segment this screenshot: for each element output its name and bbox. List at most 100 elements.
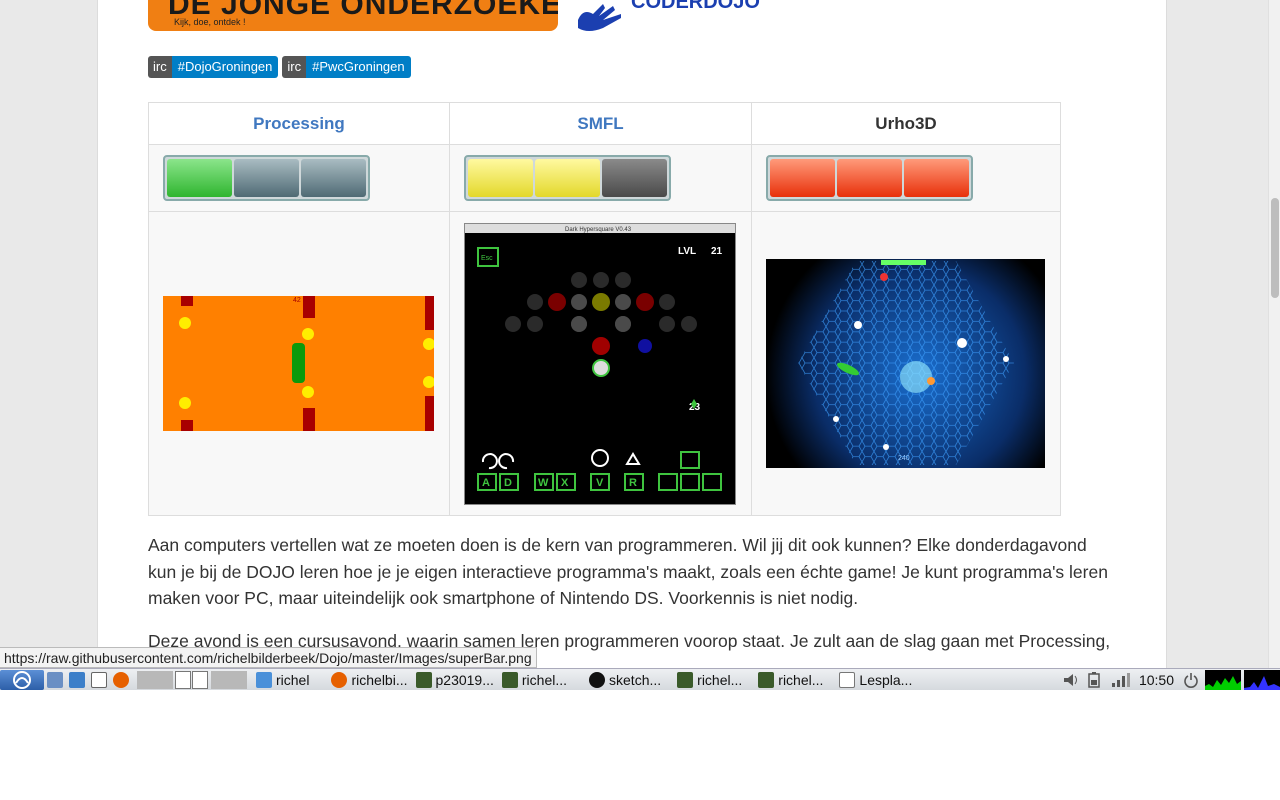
- screenshot-cell-processing: 42: [148, 211, 450, 516]
- header-urho3d: Urho3D: [751, 102, 1061, 145]
- terminal-icon: [758, 671, 775, 688]
- lubuntu-logo-icon: [13, 670, 31, 689]
- window-title: Dark Hypersquare V0.43: [565, 227, 632, 233]
- file-manager-icon: [47, 671, 63, 688]
- table-header-row: Processing SMFL Urho3D: [148, 102, 1061, 145]
- processing-game-screenshot[interactable]: 42: [163, 296, 434, 431]
- terminal-icon: [501, 671, 518, 688]
- key-x: X: [561, 477, 569, 489]
- coderdojo-hand-icon: CODERDOJO: [578, 0, 760, 31]
- difficulty-cell-processing: [148, 144, 450, 212]
- firefox-icon: [113, 671, 129, 688]
- network-monitor-graph[interactable]: [1244, 669, 1280, 690]
- clock[interactable]: 10:50: [1133, 670, 1180, 690]
- vertical-scrollbar[interactable]: [1268, 0, 1280, 668]
- task-label: richel...: [778, 671, 824, 688]
- irc-badges: irc #DojoGroningen irc #PwcGroningen: [148, 56, 411, 78]
- key-r: R: [629, 477, 637, 489]
- header-smfl: SMFL: [449, 102, 752, 145]
- lvl-label: LVL: [678, 246, 696, 257]
- difficulty-bar-1-of-3[interactable]: [163, 155, 370, 201]
- task-label: p23019...: [435, 671, 494, 688]
- difficulty-row: [148, 144, 1061, 212]
- task-firefox[interactable]: richelbi...: [327, 670, 411, 690]
- difficulty-bar-3-of-3[interactable]: [766, 155, 973, 201]
- irc-badge-pwcgroningen[interactable]: irc #PwcGroningen: [282, 56, 411, 78]
- volume-icon: [1063, 673, 1077, 686]
- task-richel-folder[interactable]: richel: [252, 670, 313, 690]
- esc-key: Esc: [481, 255, 493, 262]
- coderdojo-logo[interactable]: CODERDOJO: [573, 0, 843, 31]
- volume-button[interactable]: [1059, 670, 1083, 690]
- scrollbar-thumb[interactable]: [1271, 198, 1279, 298]
- difficulty-cell-smfl: [449, 144, 752, 212]
- logo-tagline: Kijk, doe, ontdek !: [174, 17, 246, 27]
- settings-icon: [69, 671, 85, 688]
- dark-hypersquare-screenshot[interactable]: Dark Hypersquare V0.43 Esc LVL 21 A D W …: [464, 222, 736, 505]
- irc-badge-dojogroningen[interactable]: irc #DojoGroningen: [148, 56, 279, 78]
- web-page: DE JONGE ONDERZOEKERS Kijk, doe, ontdek …: [97, 0, 1167, 668]
- jonge-onderzoekers-logo[interactable]: DE JONGE ONDERZOEKERS Kijk, doe, ontdek …: [148, 0, 558, 31]
- screenshot-cell-smfl: Dark Hypersquare V0.43 Esc LVL 21 A D W …: [449, 211, 752, 516]
- task-label: richelbi...: [351, 671, 408, 688]
- start-menu-button[interactable]: [0, 669, 44, 690]
- workspace-2[interactable]: [175, 670, 191, 689]
- task-label: richel...: [697, 671, 743, 688]
- battery-button[interactable]: [1083, 670, 1107, 690]
- score-label: 42: [293, 297, 301, 304]
- task-lesplan-editor[interactable]: Lespla...: [835, 670, 916, 690]
- urho3d-label: Urho3D: [875, 113, 937, 133]
- smfl-link[interactable]: SMFL: [577, 114, 623, 133]
- key-w: W: [538, 477, 549, 489]
- task-label: richel: [276, 671, 310, 688]
- window-icon: [91, 671, 107, 688]
- screenshot-cell-urho3d: 240: [751, 211, 1061, 516]
- shutdown-button[interactable]: [1180, 670, 1202, 690]
- network-button[interactable]: [1107, 670, 1133, 690]
- screenshot-row: 42 Dark Hypersquare V0.43 Esc LVL 21 A D…: [148, 211, 1061, 516]
- text-editor-icon: [839, 671, 856, 688]
- task-processing-sketch[interactable]: sketch...: [585, 670, 665, 690]
- task-list: richel richelbi... p23019... richel... s…: [252, 670, 1059, 690]
- processing-link[interactable]: Processing: [253, 114, 345, 133]
- badge-value: #DojoGroningen: [171, 56, 279, 78]
- screen: DE JONGE ONDERZOEKERS Kijk, doe, ontdek …: [0, 0, 1280, 690]
- key-v: V: [596, 477, 604, 489]
- urho3d-game-screenshot[interactable]: 240: [766, 259, 1045, 468]
- task-label: sketch...: [609, 671, 662, 688]
- workspace-4[interactable]: [211, 670, 247, 689]
- task-label: Lespla...: [859, 671, 913, 688]
- badge-key: irc: [148, 56, 172, 78]
- cpu-monitor-graph[interactable]: [1205, 669, 1241, 690]
- task-terminal-1[interactable]: p23019...: [412, 670, 498, 690]
- workspace-1[interactable]: [137, 670, 173, 689]
- header-processing: Processing: [148, 102, 450, 145]
- task-terminal-3[interactable]: richel...: [673, 670, 746, 690]
- badge-value: #PwcGroningen: [306, 56, 411, 78]
- battery-icon: [1088, 671, 1100, 688]
- browser-launcher[interactable]: [110, 670, 132, 690]
- key-d: D: [504, 477, 512, 489]
- badge-key: irc: [282, 56, 307, 78]
- launcher-button[interactable]: [66, 670, 88, 690]
- intro-paragraph: Aan computers vertellen wat ze moeten do…: [148, 535, 1108, 608]
- link-status-url: https://raw.githubusercontent.com/richel…: [0, 647, 537, 668]
- task-label: richel...: [521, 671, 568, 688]
- firefox-icon: [331, 671, 348, 688]
- show-desktop-button[interactable]: [44, 670, 66, 690]
- workspace-switcher[interactable]: [132, 670, 252, 690]
- network-signal-icon: [1111, 672, 1130, 687]
- framework-table: Processing SMFL Urho3D 42 Dark Hypersqua…: [148, 102, 1061, 516]
- window-list-button[interactable]: [88, 670, 110, 690]
- terminal-icon: [677, 671, 694, 688]
- workspace-3[interactable]: [192, 670, 208, 689]
- task-terminal-2[interactable]: richel...: [498, 670, 571, 690]
- power-icon: [1184, 672, 1198, 688]
- folder-icon: [256, 671, 272, 688]
- task-terminal-4[interactable]: richel...: [754, 670, 827, 690]
- key-a: A: [482, 477, 490, 489]
- coderdojo-text: CODERDOJO: [631, 0, 760, 13]
- taskbar: richel richelbi... p23019... richel... s…: [0, 668, 1280, 690]
- processing-icon: [589, 671, 606, 688]
- difficulty-bar-2-of-3[interactable]: [464, 155, 671, 201]
